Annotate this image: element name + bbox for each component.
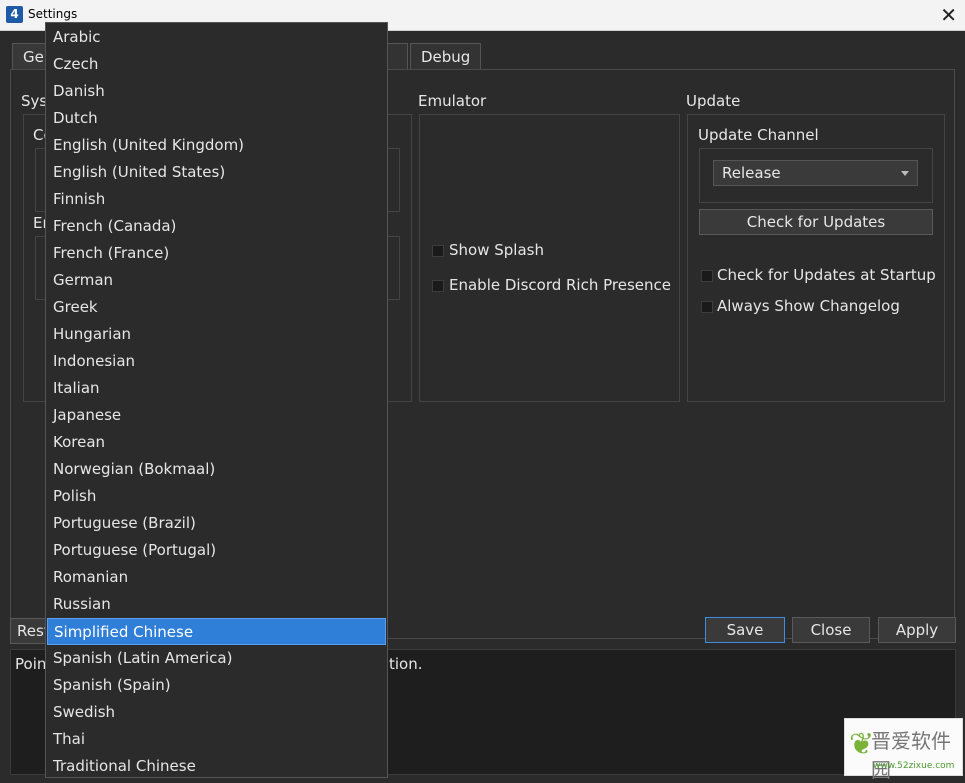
language-option[interactable]: Romanian xyxy=(47,564,386,591)
window-title: Settings xyxy=(28,7,78,21)
discord-presence-label: Enable Discord Rich Presence xyxy=(449,276,671,294)
always-show-changelog-checkbox[interactable] xyxy=(701,301,713,313)
watermark-url: www.52zixue.com xyxy=(873,761,955,771)
language-option[interactable]: Dutch xyxy=(47,105,386,132)
language-option[interactable]: Indonesian xyxy=(47,348,386,375)
system-group-title: Sys xyxy=(21,92,48,110)
description-text-right: tion. xyxy=(389,655,423,673)
language-option[interactable]: Italian xyxy=(47,375,386,402)
update-group-title: Update xyxy=(686,92,741,110)
always-show-changelog-label: Always Show Changelog xyxy=(717,297,900,315)
language-option[interactable]: Danish xyxy=(47,78,386,105)
language-option[interactable]: Portuguese (Portugal) xyxy=(47,537,386,564)
discord-presence-checkbox[interactable] xyxy=(432,280,444,292)
language-option[interactable]: Spanish (Latin America) xyxy=(47,645,386,672)
update-channel-value: Release xyxy=(722,164,781,182)
language-dropdown-list[interactable]: Arabic Czech Danish Dutch English (United Ki… xyxy=(45,22,388,778)
close-window-icon[interactable]: ✕ xyxy=(940,3,957,27)
language-option[interactable]: Japanese xyxy=(47,402,386,429)
description-text-left: Poin xyxy=(15,655,47,673)
app-icon: 4 xyxy=(6,6,23,23)
language-option[interactable]: English (United Kingdom) xyxy=(47,132,386,159)
language-option[interactable]: Korean xyxy=(47,429,386,456)
language-option[interactable]: Arabic xyxy=(47,24,386,51)
language-option[interactable]: Greek xyxy=(47,294,386,321)
close-button[interactable]: Close xyxy=(792,617,870,643)
show-splash-checkbox[interactable] xyxy=(432,245,444,257)
save-button[interactable]: Save xyxy=(705,617,785,643)
language-option[interactable]: Spanish (Spain) xyxy=(47,672,386,699)
language-option[interactable]: Thai xyxy=(47,726,386,753)
language-option[interactable]: German xyxy=(47,267,386,294)
apply-button[interactable]: Apply xyxy=(878,617,956,643)
update-channel-select[interactable]: Release xyxy=(713,160,918,186)
language-option[interactable]: Traditional Chinese xyxy=(47,753,386,780)
tab-debug[interactable]: Debug xyxy=(410,43,482,69)
language-option[interactable]: Czech xyxy=(47,51,386,78)
language-option[interactable]: Russian xyxy=(47,591,386,618)
language-option[interactable]: French (Canada) xyxy=(47,213,386,240)
language-option[interactable]: French (France) xyxy=(47,240,386,267)
chevron-down-icon xyxy=(901,171,909,176)
language-option[interactable]: Finnish xyxy=(47,186,386,213)
watermark-text: 晋爱软件园 xyxy=(871,729,951,782)
language-option[interactable]: Swedish xyxy=(47,699,386,726)
language-option[interactable]: Polish xyxy=(47,483,386,510)
update-channel-label: Update Channel xyxy=(698,126,819,144)
emulator-group-title: Emulator xyxy=(418,92,487,110)
language-option[interactable]: Hungarian xyxy=(47,321,386,348)
language-option[interactable]: English (United States) xyxy=(47,159,386,186)
watermark-logo: ❦ 晋爱软件园 www.52zixue.com xyxy=(844,718,963,782)
check-updates-startup-checkbox[interactable] xyxy=(701,270,713,282)
language-option[interactable]: Portuguese (Brazil) xyxy=(47,510,386,537)
check-updates-startup-label: Check for Updates at Startup xyxy=(717,266,936,284)
language-option[interactable]: Norwegian (Bokmaal) xyxy=(47,456,386,483)
check-for-updates-button[interactable]: Check for Updates xyxy=(699,209,933,235)
language-option[interactable]: Simplified Chinese xyxy=(47,618,386,645)
show-splash-label: Show Splash xyxy=(449,241,544,259)
